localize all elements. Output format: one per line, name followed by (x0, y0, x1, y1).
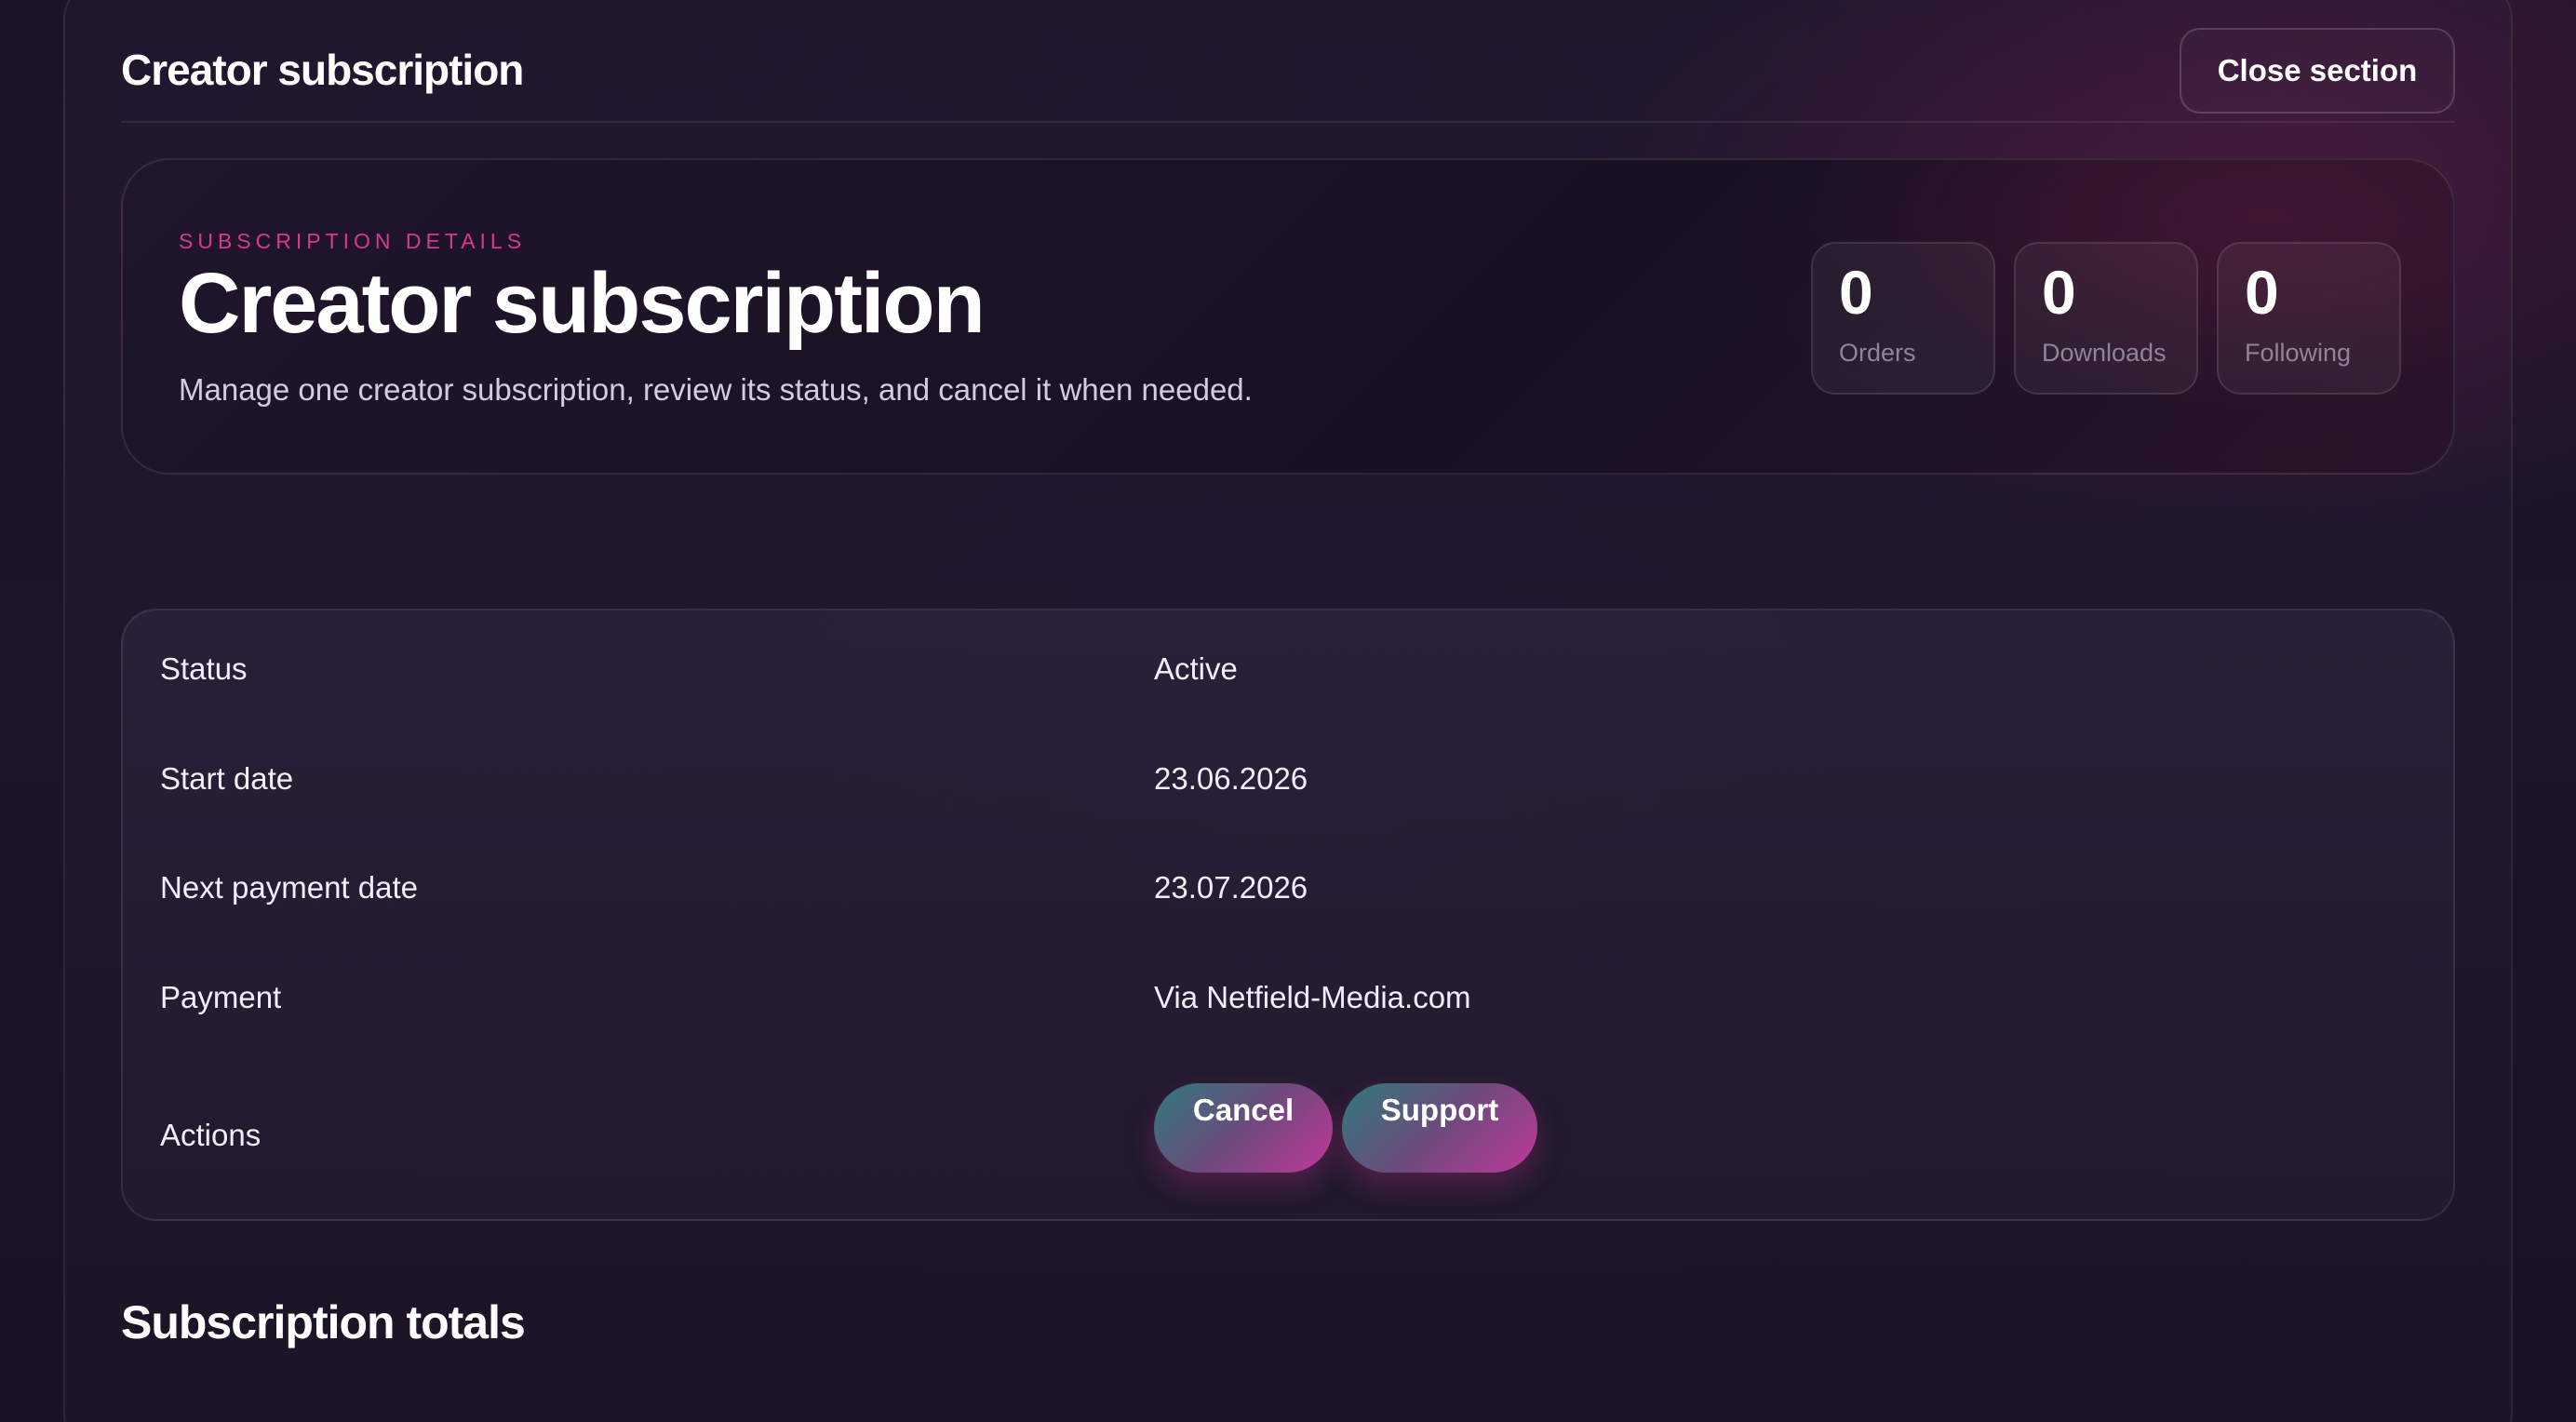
start-date-value: 23.06.2026 (1154, 761, 1308, 796)
actions-label: Actions (160, 1118, 262, 1152)
hero-card: SUBSCRIPTION DETAILS Creator subscriptio… (121, 158, 2455, 475)
subscription-details-table: Status Active Start date 23.06.2026 Next… (121, 609, 2455, 1221)
next-payment-value: 23.07.2026 (1154, 870, 1308, 905)
hero-description: Manage one creator subscription, review … (179, 372, 1253, 407)
subscription-totals-heading: Subscription totals (121, 1296, 526, 1348)
next-payment-label: Next payment date (160, 870, 418, 905)
cancel-button[interactable]: Cancel (1154, 1083, 1333, 1173)
stat-following-value: 0 (2245, 258, 2279, 327)
close-section-button[interactable]: Close section (2180, 28, 2455, 114)
hero-title: Creator subscription (179, 256, 986, 351)
stat-orders-label: Orders (1839, 339, 1916, 367)
stat-downloads-label: Downloads (2042, 339, 2167, 367)
status-label: Status (160, 651, 248, 686)
stat-downloads: 0 Downloads (2014, 242, 2198, 395)
stat-orders-value: 0 (1839, 258, 1873, 327)
payment-label: Payment (160, 980, 282, 1014)
stat-orders: 0 Orders (1811, 242, 1995, 395)
payment-value: Via Netfield-Media.com (1154, 980, 1471, 1014)
stat-following: 0 Following (2217, 242, 2401, 395)
section-header: Creator subscription Close section (121, 28, 2455, 123)
stat-following-label: Following (2245, 339, 2352, 367)
section-title: Creator subscription (121, 46, 524, 94)
status-value: Active (1154, 651, 1238, 686)
support-button[interactable]: Support (1342, 1083, 1537, 1173)
stat-downloads-value: 0 (2042, 258, 2076, 327)
hero-eyebrow: SUBSCRIPTION DETAILS (179, 229, 527, 253)
start-date-label: Start date (160, 761, 294, 796)
